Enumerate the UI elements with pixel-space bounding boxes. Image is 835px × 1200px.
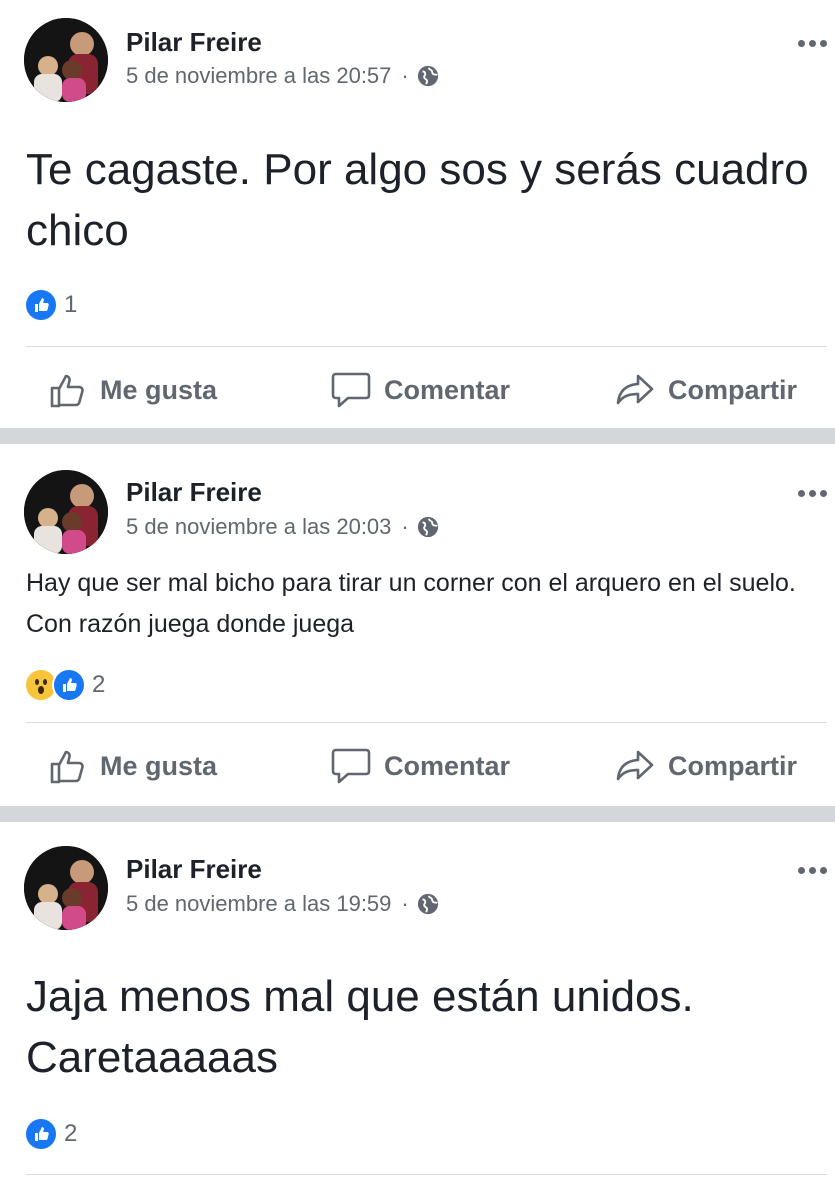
post-text: Hay que ser mal bicho para tirar un corn… <box>26 569 796 638</box>
divider <box>26 1174 827 1175</box>
comment-label: Comentar <box>384 750 511 781</box>
post-timestamp[interactable]: 5 de noviembre a las 19:59 <box>126 891 391 917</box>
reaction-summary[interactable]: 2 <box>24 1117 77 1151</box>
like-reaction-icon <box>24 288 58 322</box>
reaction-summary[interactable]: 1 <box>24 288 77 322</box>
post-3: Pilar Freire 5 de noviembre a las 19:59 … <box>0 822 835 1200</box>
author-name[interactable]: Pilar Freire <box>126 854 262 885</box>
divider <box>26 346 827 347</box>
comment-label: Comentar <box>384 374 511 405</box>
action-bar: Me gusta Comentar Compartir <box>0 360 835 420</box>
more-options-icon[interactable] <box>794 36 831 51</box>
like-button[interactable]: Me gusta <box>48 736 217 796</box>
share-button[interactable]: Compartir <box>614 360 797 420</box>
comment-icon <box>331 372 371 408</box>
thumbs-up-icon <box>50 750 84 784</box>
globe-icon <box>417 516 438 538</box>
more-options-icon[interactable] <box>794 863 831 878</box>
post-timestamp[interactable]: 5 de noviembre a las 20:03 <box>126 514 391 540</box>
author-name[interactable]: Pilar Freire <box>126 27 262 58</box>
reaction-count: 1 <box>64 291 78 318</box>
post-2: Pilar Freire 5 de noviembre a las 20:03 … <box>0 444 835 806</box>
post-meta: 5 de noviembre a las 20:03 · <box>126 514 439 540</box>
post-text: Jaja menos mal que están unidos. Caretaa… <box>26 972 694 1082</box>
avatar-photo <box>24 18 108 102</box>
avatar-photo <box>24 846 108 930</box>
divider <box>26 722 827 723</box>
post-1: Pilar Freire 5 de noviembre a las 20:57 … <box>0 0 835 428</box>
feed-separator <box>0 806 835 822</box>
like-button[interactable]: Me gusta <box>48 360 217 420</box>
post-meta: 5 de noviembre a las 19:59 · <box>126 891 439 917</box>
share-button[interactable]: Compartir <box>614 736 797 796</box>
author-avatar[interactable] <box>24 18 108 102</box>
author-avatar[interactable] <box>24 846 108 930</box>
share-arrow-icon <box>616 750 654 781</box>
author-name[interactable]: Pilar Freire <box>126 477 262 508</box>
action-bar: Me gusta Comentar Compartir <box>0 736 835 796</box>
like-label: Me gusta <box>100 750 218 781</box>
like-reaction-icon <box>24 1117 58 1151</box>
comment-icon <box>331 748 371 784</box>
meta-separator: · <box>401 63 409 88</box>
author-avatar[interactable] <box>24 470 108 554</box>
thumbs-up-icon <box>50 374 84 408</box>
share-arrow-icon <box>616 374 654 405</box>
post-timestamp[interactable]: 5 de noviembre a las 20:57 <box>126 63 391 89</box>
more-options-icon[interactable] <box>794 486 831 501</box>
globe-icon <box>417 65 438 87</box>
post-text: Te cagaste. Por algo sos y serás cuadro … <box>26 145 809 255</box>
share-label: Compartir <box>668 374 798 405</box>
avatar-photo <box>24 470 108 554</box>
comment-button[interactable]: Comentar <box>330 736 510 796</box>
reaction-count: 2 <box>64 1120 78 1147</box>
like-label: Me gusta <box>100 374 218 405</box>
post-meta: 5 de noviembre a las 20:57 · <box>126 63 439 89</box>
comment-button[interactable]: Comentar <box>330 360 510 420</box>
reaction-count: 2 <box>92 671 106 698</box>
meta-separator: · <box>401 891 409 916</box>
feed-separator <box>0 428 835 444</box>
like-reaction-icon <box>52 668 86 702</box>
reaction-summary[interactable]: 2 <box>24 668 105 702</box>
share-label: Compartir <box>668 750 798 781</box>
globe-icon <box>417 893 438 915</box>
meta-separator: · <box>401 514 409 539</box>
